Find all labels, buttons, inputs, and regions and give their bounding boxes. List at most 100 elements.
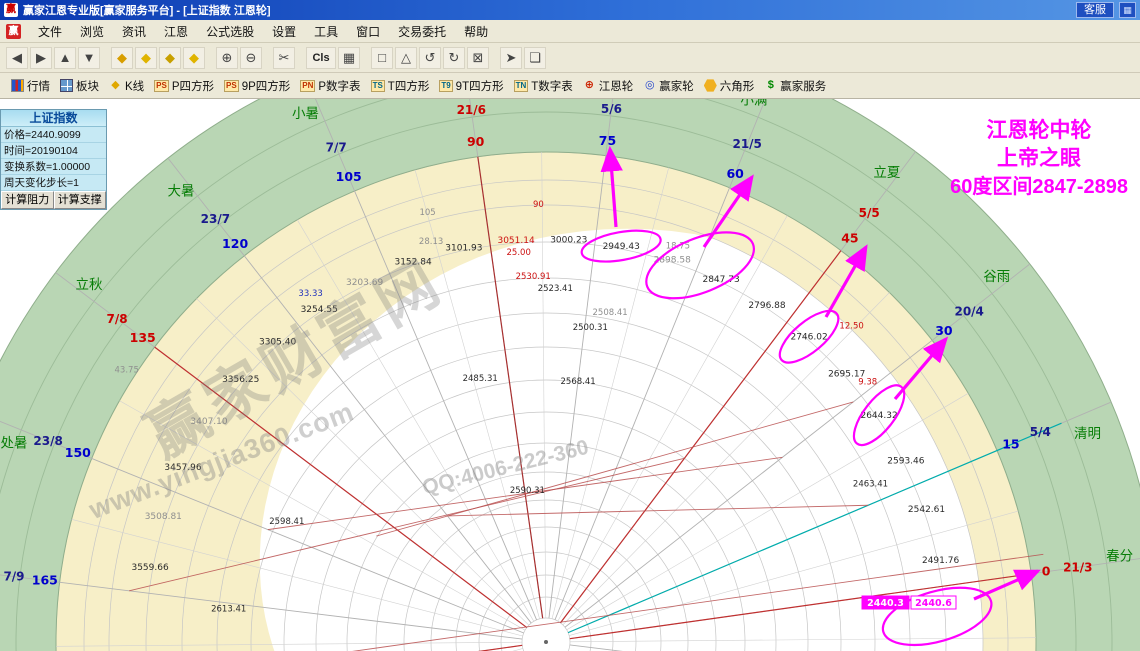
gem-tool-1-icon[interactable]: ◆ [111,46,133,69]
menu-item-8[interactable]: 交易委托 [389,23,455,41]
customer-service-button[interactable]: 客服 [1076,2,1114,18]
zoom-in-icon[interactable]: ⊕ [216,46,238,69]
menu-item-9[interactable]: 帮助 [455,23,497,41]
svg-text:90: 90 [533,200,544,210]
calc-support-button[interactable]: 计算支撑 [53,191,106,209]
svg-text:9.38: 9.38 [858,378,877,388]
menu-item-0[interactable]: 文件 [29,23,71,41]
view-quotes[interactable]: 行情 [6,76,55,96]
comment-icon[interactable]: ❏ [524,46,546,69]
zoom-out-icon[interactable]: ⊖ [240,46,262,69]
toolbar-views: 行情 板块 ◆ K线 PS P四方形 PS 9P四方形 PN P数字表 TS T四方形 T9 9T四方形 T… [0,73,1140,99]
svg-text:3407.10: 3407.10 [190,417,227,427]
svg-text:23/8: 23/8 [33,434,62,448]
view-9p-square-icon: PS [224,79,239,92]
view-t-table-label: T数字表 [531,80,573,93]
view-gann-wheel[interactable]: ⊕ 江恩轮 [578,76,639,96]
view-p-square-label: P四方形 [171,80,215,93]
view-winner-service-label: 赢家服务 [780,80,827,93]
gem-tool-4-icon[interactable]: ◆ [183,46,205,69]
svg-text:21/6: 21/6 [457,103,486,117]
view-hexagon[interactable]: 六角形 [699,76,760,96]
view-p-table[interactable]: PN P数字表 [295,76,365,96]
svg-text:3101.93: 3101.93 [445,243,482,253]
svg-text:处暑: 处暑 [1,436,28,452]
gem-tool-3-icon[interactable]: ◆ [159,46,181,69]
menu-item-6[interactable]: 工具 [305,23,347,41]
triangle-tool-icon[interactable]: △ [395,46,417,69]
rect-tool-icon[interactable]: □ [371,46,393,69]
back-icon[interactable]: ◀ [6,46,28,69]
view-quotes-label: 行情 [27,80,50,93]
svg-text:90: 90 [467,134,485,149]
view-winner-wheel-label: 赢家轮 [659,80,694,93]
gem-tool-2-icon[interactable]: ◆ [135,46,157,69]
svg-text:3508.81: 3508.81 [145,512,182,522]
svg-text:小满: 小满 [740,99,767,109]
svg-text:2485.31: 2485.31 [463,374,498,384]
svg-text:0: 0 [1042,564,1051,579]
view-t-square-icon: TS [370,79,385,92]
menu-bar: 赢 文件 浏览 资讯 江恩 公式选股 设置 工具 窗口 交易委托 帮助 [0,20,1140,43]
titlebar-skin-icon[interactable]: ▦ [1119,2,1136,18]
svg-text:小暑: 小暑 [292,106,319,122]
view-p-square[interactable]: PS P四方形 [149,76,219,96]
view-9t-square[interactable]: T9 9T四方形 [434,76,508,96]
svg-text:23/7: 23/7 [201,212,230,226]
svg-text:28.13: 28.13 [419,237,443,247]
rotate-right-icon[interactable]: ↻ [443,46,465,69]
info-row-3: 周天变化步长=1 [1,175,106,191]
svg-text:3000.23: 3000.23 [550,236,587,246]
pointer-tool-icon[interactable]: ➤ [500,46,522,69]
svg-text:2590.31: 2590.31 [510,486,545,496]
view-gann-wheel-label: 江恩轮 [598,80,634,93]
view-winner-wheel-icon: ◎ [644,79,655,91]
info-row-0: 价格=2440.9099 [1,127,106,143]
rotate-left-icon[interactable]: ↺ [419,46,441,69]
svg-text:21/5: 21/5 [732,137,761,151]
index-info-rows: 价格=2440.9099 时间=20190104 变换系数=1.00000 周天变化步… [1,127,106,191]
menu-items: 文件 浏览 资讯 江恩 公式选股 设置 工具 窗口 交易委托 帮助 [29,23,497,40]
toolbar-main: ◀ ▶ ▲ ▼ ◆ ◆ ◆ ◆ ⊕ ⊖ ✂ Cls ▦ □ △ ↺ ↻ ⊠ ➤ ❏ [0,43,1140,73]
cls-button[interactable]: Cls [306,46,336,69]
view-winner-service[interactable]: $ 赢家服务 [759,76,831,96]
svg-text:3152.84: 3152.84 [394,258,431,268]
svg-text:大暑: 大暑 [168,183,195,199]
menu-item-3[interactable]: 江恩 [155,23,197,41]
svg-text:2949.43: 2949.43 [603,242,640,252]
palette-icon[interactable]: ▦ [338,46,360,69]
menu-item-2[interactable]: 资讯 [113,23,155,41]
cut-icon[interactable]: ✂ [273,46,295,69]
up-arrow-icon[interactable]: ▲ [54,46,76,69]
index-info-buttons: 计算阻力 计算支撑 [1,191,106,209]
svg-text:2508.41: 2508.41 [593,308,628,318]
view-winner-wheel[interactable]: ◎ 赢家轮 [638,76,699,96]
svg-text:7/9: 7/9 [3,570,24,584]
svg-text:12.50: 12.50 [839,322,863,332]
delete-tool-icon[interactable]: ⊠ [467,46,489,69]
menu-item-4[interactable]: 公式选股 [197,23,263,41]
view-sectors[interactable]: 板块 [55,76,104,96]
chart-area: 2491.76 2542.61 2593.46 2644.32 2695.17 2746.… [0,99,1140,651]
svg-text:7/8: 7/8 [107,312,128,326]
svg-text:3457.96: 3457.96 [164,463,201,473]
view-hexagon-label: 六角形 [719,80,755,93]
svg-text:105: 105 [336,169,362,184]
down-arrow-icon[interactable]: ▼ [78,46,100,69]
menu-item-7[interactable]: 窗口 [347,23,389,41]
view-gann-wheel-icon: ⊕ [584,79,594,91]
svg-text:2746.02: 2746.02 [790,333,827,343]
svg-text:2440.6: 2440.6 [915,598,952,609]
svg-text:2613.41: 2613.41 [211,605,246,615]
svg-text:7/7: 7/7 [326,141,347,155]
view-9p-square-label: 9P四方形 [241,80,291,93]
svg-text:5/4: 5/4 [1030,425,1051,439]
menu-item-5[interactable]: 设置 [263,23,305,41]
view-t-square[interactable]: TS T四方形 [366,76,435,96]
view-kline[interactable]: ◆ K线 [104,76,149,96]
menu-item-1[interactable]: 浏览 [71,23,113,41]
view-9p-square[interactable]: PS 9P四方形 [219,76,295,96]
forward-icon[interactable]: ▶ [30,46,52,69]
calc-resistance-button[interactable]: 计算阻力 [1,191,54,209]
view-t-table[interactable]: TN T数字表 [509,76,578,96]
